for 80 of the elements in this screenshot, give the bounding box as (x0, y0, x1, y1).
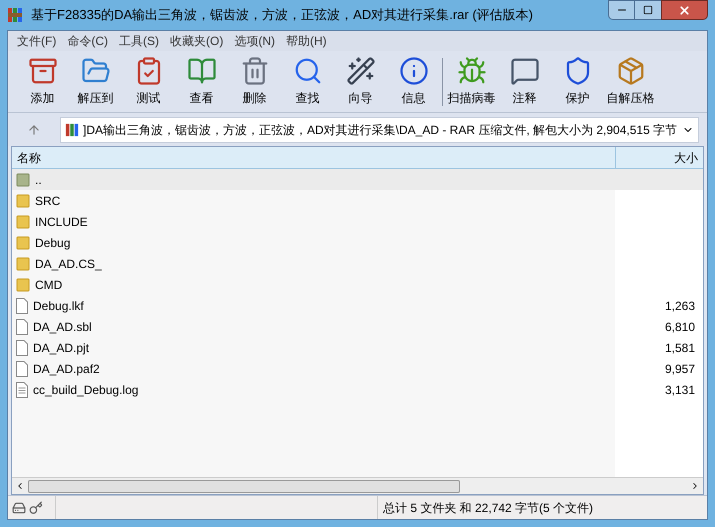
toolbar-button[interactable]: 信息 (387, 54, 440, 110)
file-name: CMD (35, 276, 62, 294)
toolbar-button[interactable]: 向导 (334, 54, 387, 110)
comment-icon (510, 56, 540, 86)
file-icon (16, 298, 28, 314)
key-icon[interactable] (29, 500, 43, 514)
text-file-icon (16, 382, 28, 398)
file-row[interactable]: .. (12, 169, 703, 190)
folder-icon (16, 277, 30, 292)
menu-item[interactable]: 工具(S) (114, 32, 164, 50)
horizontal-scrollbar[interactable] (12, 477, 703, 494)
bug-icon (456, 56, 486, 86)
file-name: Debug (35, 234, 70, 252)
file-size: 6,810 (664, 318, 695, 336)
close-icon (678, 4, 691, 16)
folder-icon (16, 256, 30, 271)
toolbar-button[interactable]: 删除 (228, 54, 281, 110)
file-row[interactable]: DA_AD.CS_ (12, 253, 703, 274)
menu-item[interactable]: 命令(C) (62, 32, 113, 50)
folder-icon (16, 193, 30, 208)
maximize-icon (643, 5, 653, 15)
toolbar-button[interactable]: 查找 (281, 54, 334, 110)
menu-item[interactable]: 收藏夹(O) (165, 32, 228, 50)
file-row[interactable]: cc_build_Debug.log 3,131 (12, 379, 703, 400)
search-icon (292, 56, 322, 86)
file-size: 1,263 (664, 298, 695, 314)
file-name: DA_AD.sbl (33, 318, 92, 336)
folder-icon (16, 235, 30, 250)
toolbar-button[interactable]: 自解压格 (604, 54, 657, 110)
app-logo-icon (7, 7, 23, 23)
file-name: Debug.lkf (33, 298, 84, 314)
file-row[interactable]: INCLUDE (12, 211, 703, 232)
menu-item[interactable]: 文件(F) (12, 32, 62, 50)
address-field[interactable]: ]DA输出三角波，锯齿波，方波，正弦波，AD对其进行采集\DA_AD - RAR 压缩文件, 解包大小为 2,904,515 字节 (60, 116, 699, 142)
file-name: cc_build_Debug.log (33, 382, 138, 398)
toolbar-button[interactable]: 查看 (175, 54, 228, 110)
file-icon (16, 340, 28, 356)
toolbar-button[interactable]: 注释 (498, 54, 551, 110)
status-text: 总计 5 文件夹 和 22,742 字节(5 个文件) (377, 496, 707, 519)
wand-icon (346, 56, 376, 86)
file-size: 1,581 (664, 340, 695, 356)
file-row[interactable]: DA_AD.sbl 6,810 (12, 316, 703, 337)
column-header[interactable]: 大小 (615, 147, 703, 168)
menu-item[interactable]: 帮助(H) (281, 32, 332, 50)
file-name: DA_AD.CS_ (35, 256, 102, 272)
trash-icon (240, 56, 270, 86)
file-name: DA_AD.paf2 (33, 360, 100, 378)
toolbar-button[interactable]: 保护 (551, 54, 604, 110)
file-size: 9,957 (664, 360, 695, 378)
maximize-button[interactable] (635, 0, 661, 20)
file-name: INCLUDE (35, 214, 88, 230)
folder-icon (16, 172, 30, 187)
toolbar-button[interactable]: 测试 (122, 54, 175, 110)
file-row[interactable]: SRC (12, 190, 703, 211)
scroll-thumb[interactable] (28, 480, 460, 492)
toolbar-button[interactable]: 添加 (16, 54, 69, 110)
file-row[interactable]: Debug.lkf 1,263 (12, 295, 703, 316)
menu-item[interactable]: 选项(N) (229, 32, 280, 50)
column-header[interactable]: 名称 (12, 147, 615, 168)
toolbar-button[interactable]: 解压到 (69, 54, 122, 110)
drive-icon[interactable] (12, 500, 26, 514)
package-icon (616, 56, 646, 86)
file-name: DA_AD.pjt (33, 340, 90, 356)
book-icon (186, 56, 216, 86)
toolbar-button[interactable]: 扫描病毒 (445, 54, 498, 110)
file-name: .. (35, 172, 42, 188)
window-title: 基于F28335的DA输出三角波，锯齿波，方波，正弦波，AD对其进行采集.rar (评估版本) (31, 6, 534, 24)
archive-icon (28, 56, 58, 86)
file-row[interactable]: DA_AD.pjt 1,581 (12, 337, 703, 358)
file-icon (16, 318, 28, 334)
info-icon (398, 56, 428, 86)
close-button[interactable] (661, 0, 708, 20)
file-size: 3,131 (664, 382, 695, 398)
folder-icon (16, 214, 30, 229)
file-row[interactable]: DA_AD.paf2 9,957 (12, 358, 703, 379)
file-row[interactable]: Debug (12, 232, 703, 253)
file-icon (16, 360, 28, 376)
file-row[interactable]: CMD (12, 274, 703, 295)
file-name: SRC (35, 192, 60, 210)
archive-icon (65, 122, 79, 136)
